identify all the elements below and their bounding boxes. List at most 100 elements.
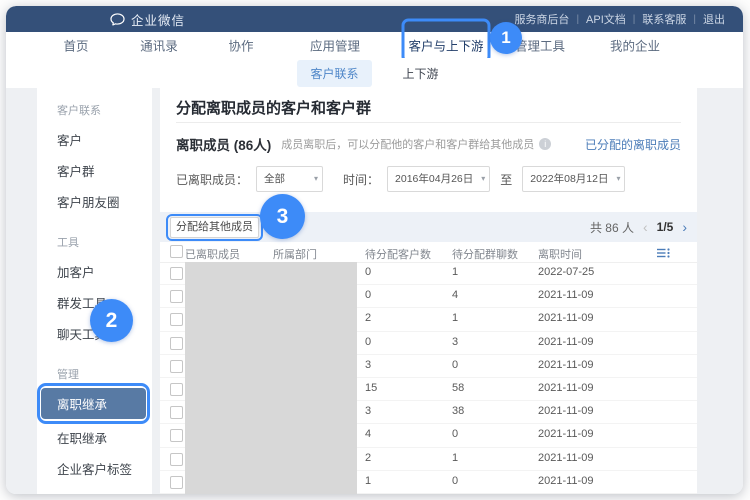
nav-item[interactable]: 我的企业 <box>610 36 660 55</box>
nav-item[interactable]: 协作 <box>228 36 253 55</box>
total-count: 共 86 人 <box>590 219 634 236</box>
sidebar-item[interactable]: 企业客户标签 <box>37 453 152 484</box>
assigned-members-link[interactable]: 已分配的离职成员 <box>585 136 681 153</box>
topbar-link[interactable]: 退出 <box>703 11 725 27</box>
section-title: 离职成员 (86人) <box>176 134 271 154</box>
brand: 企业微信 <box>110 10 185 29</box>
row-checkbox[interactable] <box>170 453 183 466</box>
separator: | <box>633 14 636 25</box>
prev-page-icon[interactable]: ‹ <box>643 219 648 235</box>
row-checkbox[interactable] <box>170 337 183 350</box>
pending-customers-cell: 2 <box>365 312 371 324</box>
time-filter-label: 时间： <box>343 171 379 188</box>
date-from-select[interactable]: 2016年04月26日 ▾ <box>387 166 490 192</box>
sidebar-item[interactable]: 安全管控 <box>37 484 152 494</box>
nav-item[interactable]: 客户与上下游 <box>408 36 483 55</box>
filter-row: 已离职成员： 全部 ▾ 时间： 2016年04月26日 ▾ 至 2022年08月… <box>176 166 625 192</box>
topbar-link[interactable]: API文档 <box>586 11 626 27</box>
wecom-bubble-icon <box>110 13 125 26</box>
annotation-badge-2: 2 <box>90 299 133 342</box>
pending-groups-cell: 4 <box>452 289 458 301</box>
leave-date-cell: 2021-11-09 <box>538 452 593 464</box>
main-nav: 首页 通讯录 协作 应用管理 客户与上下游 管理工具 我的企业 <box>6 32 743 59</box>
sidebar-item[interactable]: 加客户 <box>37 256 152 287</box>
column-header: 待分配客户数 <box>365 246 431 262</box>
sidebar-item[interactable]: 离职继承 <box>41 388 146 419</box>
pending-customers-cell: 3 <box>365 405 371 417</box>
row-checkbox[interactable] <box>170 360 183 373</box>
pending-groups-cell: 3 <box>452 336 458 348</box>
pending-customers-cell: 15 <box>365 382 377 394</box>
member-filter-select[interactable]: 全部 ▾ <box>256 166 323 192</box>
tab[interactable]: 上下游 <box>390 60 452 87</box>
page-title: 分配离职成员的客户和客户群 <box>176 97 371 118</box>
pending-groups-cell: 38 <box>452 405 464 417</box>
main-panel: 分配离职成员的客户和客户群 离职成员 (86人) 成员离职后，可以分配他的客户和… <box>160 88 697 494</box>
tab[interactable]: 客户联系 <box>297 60 371 87</box>
nav-item[interactable]: 应用管理 <box>310 36 360 55</box>
sidebar: 客户联系客户客户群客户朋友圈工具加客户群发工具聊天工具管理离职继承在职继承企业客… <box>37 88 152 494</box>
section-note: 成员离职后，可以分配他的客户和客户群给其他成员 <box>281 136 534 152</box>
leave-date-cell: 2021-11-09 <box>538 382 593 394</box>
select-all-checkbox[interactable] <box>170 245 183 258</box>
nav-item[interactable]: 通讯录 <box>140 36 178 55</box>
to-label: 至 <box>500 171 512 188</box>
pending-customers-cell: 2 <box>365 452 371 464</box>
annotation-badge-1: 1 <box>490 22 522 54</box>
chevron-down-icon: ▾ <box>481 167 485 191</box>
info-icon[interactable]: i <box>539 138 551 150</box>
sidebar-item[interactable]: 客户 <box>37 124 152 155</box>
app-window: 企业微信 服务商后台 | API文档 | 联系客服 | 退出 首页 通讯录 协作 应用管理 客户与上… <box>6 6 743 494</box>
pending-customers-cell: 3 <box>365 359 371 371</box>
leave-date-cell: 2021-11-09 <box>538 475 593 487</box>
row-checkbox[interactable] <box>170 476 183 489</box>
row-checkbox[interactable] <box>170 383 183 396</box>
member-filter-label: 已离职成员： <box>176 171 248 188</box>
nav-item[interactable]: 首页 <box>63 36 88 55</box>
brand-name: 企业微信 <box>131 10 185 29</box>
pending-customers-cell: 0 <box>365 266 371 278</box>
pending-groups-cell: 0 <box>452 359 458 371</box>
pagination: 共 86 人 ‹ 1/5 › <box>590 219 687 236</box>
redacted-data-block <box>185 262 357 494</box>
nav-item[interactable]: 管理工具 <box>515 36 565 55</box>
row-checkbox[interactable] <box>170 406 183 419</box>
pending-customers-cell: 0 <box>365 336 371 348</box>
pending-groups-cell: 58 <box>452 382 464 394</box>
sidebar-section-title: 客户联系 <box>37 102 152 118</box>
leave-date-cell: 2021-11-09 <box>538 359 593 371</box>
pending-customers-cell: 0 <box>365 289 371 301</box>
separator: | <box>576 14 579 25</box>
row-checkbox[interactable] <box>170 267 183 280</box>
pending-customers-cell: 4 <box>365 428 371 440</box>
topbar-link[interactable]: 服务商后台 <box>514 11 569 27</box>
topbar: 企业微信 服务商后台 | API文档 | 联系客服 | 退出 <box>6 6 743 32</box>
pending-groups-cell: 0 <box>452 475 458 487</box>
content-area: 客户联系客户客户群客户朋友圈工具加客户群发工具聊天工具管理离职继承在职继承企业客… <box>6 88 743 494</box>
sub-tabstrip: 客户联系上下游 <box>6 58 743 88</box>
leave-date-cell: 2022-07-25 <box>538 266 594 278</box>
separator: | <box>693 14 696 25</box>
sidebar-item[interactable]: 客户群 <box>37 155 152 186</box>
pending-customers-cell: 1 <box>365 475 371 487</box>
column-header: 待分配群聊数 <box>452 246 518 262</box>
sidebar-item[interactable]: 客户朋友圈 <box>37 186 152 217</box>
pending-groups-cell: 0 <box>452 428 458 440</box>
topbar-link[interactable]: 联系客服 <box>642 11 686 27</box>
screenshot-stage: 企业微信 服务商后台 | API文档 | 联系客服 | 退出 首页 通讯录 协作 应用管理 客户与上… <box>0 0 750 500</box>
date-to-select[interactable]: 2022年08月12日 ▾ <box>522 166 625 192</box>
leave-date-cell: 2021-11-09 <box>538 428 593 440</box>
next-page-icon[interactable]: › <box>682 219 687 235</box>
pending-groups-cell: 1 <box>452 266 458 278</box>
row-checkbox[interactable] <box>170 313 183 326</box>
annotation-badge-3: 3 <box>260 194 305 239</box>
row-checkbox[interactable] <box>170 290 183 303</box>
section-row: 离职成员 (86人) 成员离职后，可以分配他的客户和客户群给其他成员 i 已分配… <box>176 134 681 154</box>
sidebar-item[interactable]: 在职继承 <box>37 422 152 453</box>
chevron-down-icon: ▾ <box>314 167 318 191</box>
row-checkbox[interactable] <box>170 429 183 442</box>
leave-date-cell: 2021-11-09 <box>538 289 593 301</box>
pending-groups-cell: 1 <box>452 312 458 324</box>
assign-to-others-button[interactable]: 分配给其他成员 <box>170 217 259 238</box>
page-indicator: 1/5 <box>657 220 674 234</box>
